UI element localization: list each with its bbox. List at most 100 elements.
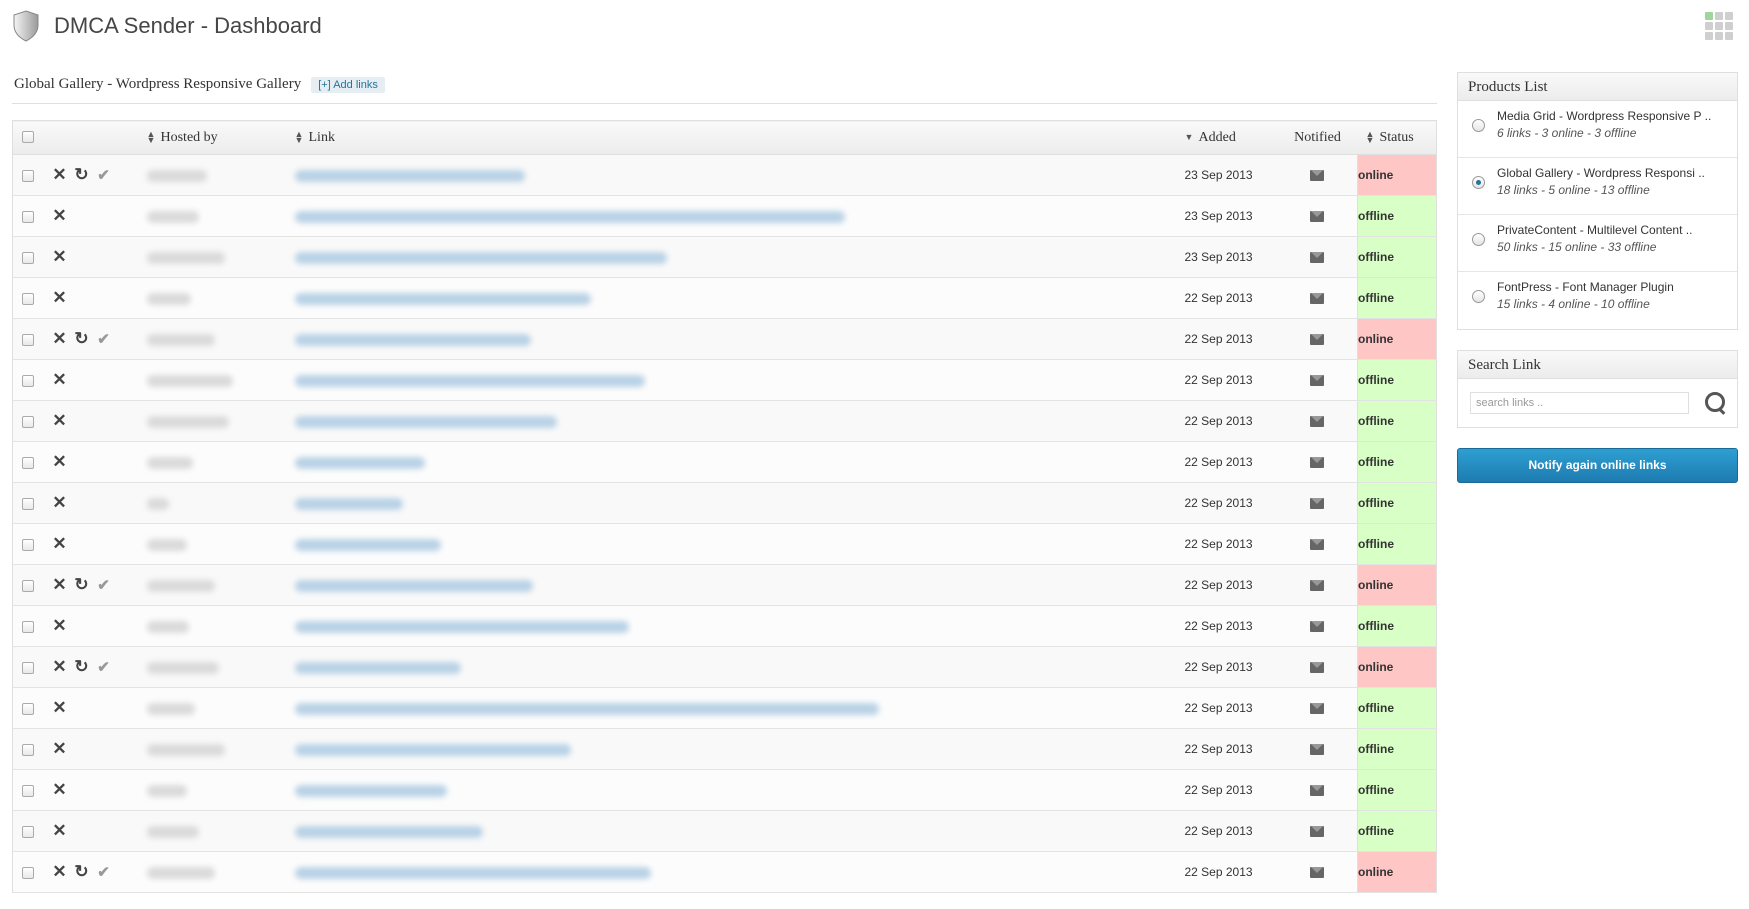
- added-date: 22 Sep 2013: [1184, 824, 1253, 838]
- table-row: ✕ 22 Sep 2013 offline: [12, 482, 1437, 524]
- table-row: ✕ 22 Sep 2013 offline: [12, 359, 1437, 401]
- refresh-icon[interactable]: ↻: [71, 575, 93, 595]
- row-checkbox[interactable]: [22, 210, 34, 223]
- link-value[interactable]: [294, 333, 531, 346]
- link-value[interactable]: [294, 374, 645, 387]
- search-icon[interactable]: [1705, 392, 1727, 414]
- row-checkbox[interactable]: [22, 743, 34, 756]
- link-value[interactable]: [294, 251, 667, 264]
- grid-icon[interactable]: [1705, 12, 1733, 40]
- link-value[interactable]: [294, 292, 591, 305]
- check-icon[interactable]: ✔: [93, 863, 115, 881]
- check-icon[interactable]: ✔: [93, 166, 115, 184]
- row-checkbox[interactable]: [22, 333, 34, 346]
- status-badge: offline: [1357, 687, 1437, 729]
- delete-icon[interactable]: ✕: [49, 288, 71, 308]
- page-header: DMCA Sender - Dashboard: [12, 8, 322, 44]
- check-icon[interactable]: ✔: [93, 658, 115, 676]
- row-checkbox[interactable]: [22, 538, 34, 551]
- delete-icon[interactable]: ✕: [49, 206, 71, 226]
- link-value[interactable]: [294, 620, 629, 633]
- product-item[interactable]: FontPress - Font Manager Plugin 15 links …: [1458, 272, 1737, 329]
- delete-icon[interactable]: ✕: [49, 862, 71, 882]
- delete-icon[interactable]: ✕: [49, 780, 71, 800]
- row-checkbox[interactable]: [22, 415, 34, 428]
- product-item[interactable]: Media Grid - Wordpress Responsive P .. 6 …: [1458, 101, 1737, 158]
- row-checkbox[interactable]: [22, 251, 34, 264]
- delete-icon[interactable]: ✕: [49, 370, 71, 390]
- delete-icon[interactable]: ✕: [49, 534, 71, 554]
- link-value[interactable]: [294, 661, 461, 674]
- added-date: 22 Sep 2013: [1184, 660, 1253, 674]
- hosted-by-value: [146, 292, 191, 305]
- row-checkbox[interactable]: [22, 292, 34, 305]
- status-badge: online: [1357, 851, 1437, 893]
- product-radio[interactable]: [1472, 233, 1485, 246]
- column-link[interactable]: ▲ ▼ Link: [294, 120, 1185, 155]
- link-value[interactable]: [294, 497, 403, 510]
- row-checkbox[interactable]: [22, 620, 34, 633]
- link-value[interactable]: [294, 415, 557, 428]
- link-value[interactable]: [294, 743, 571, 756]
- added-date: 22 Sep 2013: [1184, 291, 1253, 305]
- column-hosted-by[interactable]: ▲ ▼ Hosted by: [146, 120, 295, 155]
- table-row: ✕ 22 Sep 2013 offline: [12, 769, 1437, 811]
- product-radio[interactable]: [1472, 119, 1485, 132]
- check-icon[interactable]: ✔: [93, 576, 115, 594]
- refresh-icon[interactable]: ↻: [71, 165, 93, 185]
- product-radio[interactable]: [1472, 176, 1485, 189]
- link-value[interactable]: [294, 169, 525, 182]
- delete-icon[interactable]: ✕: [49, 247, 71, 267]
- refresh-icon[interactable]: ↻: [71, 862, 93, 882]
- link-value[interactable]: [294, 702, 879, 715]
- mail-icon: [1310, 416, 1325, 428]
- row-checkbox[interactable]: [22, 456, 34, 469]
- row-checkbox[interactable]: [22, 661, 34, 674]
- link-value[interactable]: [294, 579, 533, 592]
- delete-icon[interactable]: ✕: [49, 329, 71, 349]
- delete-icon[interactable]: ✕: [49, 411, 71, 431]
- link-value[interactable]: [294, 456, 425, 469]
- row-checkbox[interactable]: [22, 702, 34, 715]
- delete-icon[interactable]: ✕: [49, 739, 71, 759]
- hosted-by-value: [146, 169, 207, 182]
- link-value[interactable]: [294, 825, 483, 838]
- row-checkbox[interactable]: [22, 169, 34, 182]
- added-date: 22 Sep 2013: [1184, 537, 1253, 551]
- delete-icon[interactable]: ✕: [49, 493, 71, 513]
- column-added[interactable]: ▼ Added: [1184, 120, 1278, 155]
- row-checkbox[interactable]: [22, 374, 34, 387]
- link-value[interactable]: [294, 210, 845, 223]
- delete-icon[interactable]: ✕: [49, 165, 71, 185]
- product-item[interactable]: PrivateContent - Multilevel Content .. 50…: [1458, 215, 1737, 272]
- delete-icon[interactable]: ✕: [49, 575, 71, 595]
- delete-icon[interactable]: ✕: [49, 821, 71, 841]
- delete-icon[interactable]: ✕: [49, 616, 71, 636]
- product-radio[interactable]: [1472, 290, 1485, 303]
- page-title: DMCA Sender - Dashboard: [54, 13, 322, 38]
- add-links-button[interactable]: [+] Add links: [311, 76, 385, 93]
- notify-again-button[interactable]: Notify again online links: [1457, 448, 1738, 483]
- row-checkbox[interactable]: [22, 825, 34, 838]
- delete-icon[interactable]: ✕: [49, 698, 71, 718]
- mail-icon: [1310, 662, 1325, 674]
- row-checkbox[interactable]: [22, 784, 34, 797]
- row-checkbox[interactable]: [22, 866, 34, 879]
- product-item[interactable]: Global Gallery - Wordpress Responsi .. 18…: [1458, 158, 1737, 215]
- link-value[interactable]: [294, 538, 441, 551]
- delete-icon[interactable]: ✕: [49, 657, 71, 677]
- select-all-checkbox[interactable]: [22, 131, 34, 144]
- hosted-by-value: [146, 497, 169, 510]
- column-status[interactable]: ▲ ▼ Status: [1357, 120, 1437, 155]
- link-value[interactable]: [294, 866, 651, 879]
- row-checkbox[interactable]: [22, 497, 34, 510]
- refresh-icon[interactable]: ↻: [71, 657, 93, 677]
- refresh-icon[interactable]: ↻: [71, 329, 93, 349]
- added-date: 22 Sep 2013: [1184, 496, 1253, 510]
- search-input[interactable]: [1470, 392, 1690, 414]
- status-badge: offline: [1357, 359, 1437, 401]
- link-value[interactable]: [294, 784, 447, 797]
- delete-icon[interactable]: ✕: [49, 452, 71, 472]
- check-icon[interactable]: ✔: [93, 330, 115, 348]
- row-checkbox[interactable]: [22, 579, 34, 592]
